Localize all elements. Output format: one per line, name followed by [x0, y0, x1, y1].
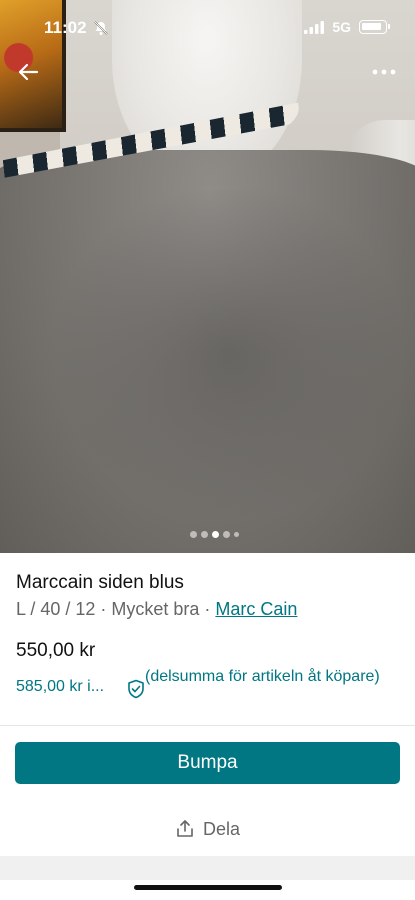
status-bar-right: 5G [304, 19, 390, 35]
time-text: 11:02 [44, 18, 87, 37]
bump-button[interactable]: Bumpa [15, 742, 400, 784]
share-label: Dela [202, 818, 241, 839]
home-indicator[interactable] [134, 885, 282, 890]
battery-icon [359, 20, 390, 34]
pagination-dot[interactable] [234, 532, 239, 537]
pagination-dot-active[interactable] [212, 531, 219, 538]
status-bar-time: 11:02 [44, 18, 109, 38]
arrow-left-icon[interactable] [14, 58, 42, 86]
product-photo[interactable]: 11:02 5G [0, 0, 415, 553]
more-horizontal-icon[interactable] [371, 60, 397, 84]
bell-slash-icon [93, 21, 108, 35]
share-icon [177, 820, 193, 837]
buyer-total-row[interactable]: 585,00 kr i... (delsumma för artikeln åt… [16, 666, 401, 712]
item-meta: L / 40 / 12 · Mycket bra · Marc Cain [16, 599, 297, 620]
signal-icon [304, 20, 325, 34]
pagination-dot[interactable] [223, 531, 230, 538]
item-title: Marccain siden blus [16, 572, 184, 593]
buyer-total-note[interactable]: (delsumma för artikeln åt köpare) [145, 666, 395, 688]
brand-link[interactable]: Marc Cain [215, 599, 297, 619]
shield-check-icon [128, 679, 144, 699]
bottom-section-band [0, 856, 415, 880]
divider [0, 725, 415, 726]
gallery-pagination [190, 531, 239, 538]
buyer-total-price[interactable]: 585,00 kr i... [16, 678, 104, 696]
pagination-dot[interactable] [190, 531, 197, 538]
item-price: 550,00 kr [16, 640, 96, 661]
item-size-condition: L / 40 / 12 · Mycket bra · [16, 599, 216, 619]
pagination-dot[interactable] [201, 531, 208, 538]
photo-blouse [0, 150, 415, 553]
share-button[interactable]: Dela [0, 814, 415, 844]
network-type: 5G [332, 19, 351, 35]
